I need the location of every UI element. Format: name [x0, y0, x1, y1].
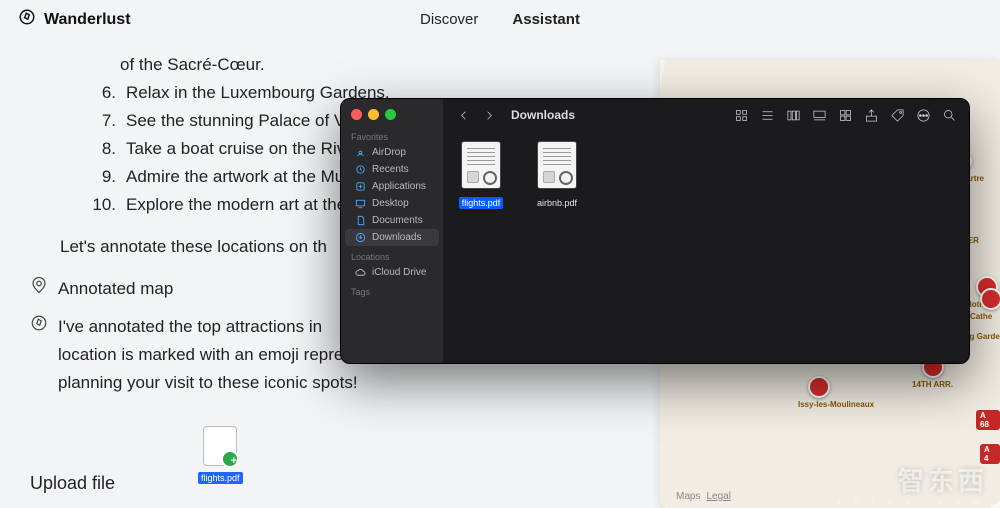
maximize-icon[interactable]	[385, 109, 396, 120]
thumbnail-label: flights.pdf	[198, 472, 243, 484]
pdf-icon	[203, 426, 237, 466]
recents-icon	[355, 164, 366, 175]
tag-button[interactable]	[889, 107, 905, 123]
dragged-file-thumbnail[interactable]: flights.pdf	[198, 426, 242, 486]
file-label: airbnb.pdf	[534, 197, 580, 209]
map-pin-label: Issy-les-Moulineaux	[798, 400, 874, 409]
icon-view-button[interactable]	[733, 107, 749, 123]
map-pin-label: 14TH ARR.	[912, 380, 953, 389]
column-view-button[interactable]	[785, 107, 801, 123]
applications-icon	[355, 181, 366, 192]
airdrop-icon	[355, 147, 366, 158]
list-view-button[interactable]	[759, 107, 775, 123]
upload-file-label[interactable]: Upload file	[30, 473, 115, 494]
compass-icon	[30, 313, 48, 341]
sidebar-item-recents[interactable]: Recents	[345, 161, 439, 178]
window-traffic-lights[interactable]	[341, 99, 443, 126]
list-fragment-top: of the Sacré-Cœur.	[120, 51, 610, 79]
map-attribution: Maps Legal	[670, 491, 731, 502]
file-label: flights.pdf	[459, 197, 504, 209]
top-bar: Wanderlust Discover Assistant	[0, 0, 1000, 39]
road-shield: A 68	[976, 410, 1000, 430]
list-item: Explore the modern art at the C	[126, 191, 363, 219]
pdf-icon	[461, 141, 501, 189]
sidebar-item-downloads[interactable]: Downloads	[345, 229, 439, 246]
search-button[interactable]	[941, 107, 957, 123]
sidebar-item-desktop[interactable]: Desktop	[345, 195, 439, 212]
list-item: Admire the artwork at the Mus	[126, 163, 353, 191]
downloads-icon	[355, 232, 366, 243]
watermark-sub: z h i d x . c o m	[837, 499, 986, 506]
favorites-label: Favorites	[341, 126, 443, 144]
group-button[interactable]	[837, 107, 853, 123]
sidebar-item-airdrop[interactable]: AirDrop	[345, 144, 439, 161]
compass-icon	[18, 8, 36, 31]
sidebar-item-documents[interactable]: Documents	[345, 212, 439, 229]
forward-button[interactable]	[481, 107, 497, 123]
finder-sidebar: Favorites AirDropRecentsApplicationsDesk…	[341, 99, 443, 363]
share-button[interactable]	[863, 107, 879, 123]
action-button[interactable]	[915, 107, 931, 123]
minimize-icon[interactable]	[368, 109, 379, 120]
list-item: See the stunning Palace of Ver	[126, 107, 359, 135]
map-pin[interactable]	[808, 376, 830, 398]
map-pin-label: Cathe	[970, 312, 992, 321]
file-grid[interactable]: flights.pdf airbnb.pdf	[443, 131, 969, 363]
nav-assistant[interactable]: Assistant	[512, 11, 580, 28]
finder-main: Downloads flights.pdf airbnb.pdf	[443, 99, 969, 363]
file-item[interactable]: airbnb.pdf	[533, 141, 581, 211]
close-icon[interactable]	[351, 109, 362, 120]
back-button[interactable]	[455, 107, 471, 123]
finder-title: Downloads	[511, 108, 575, 122]
brand-name: Wanderlust	[44, 11, 131, 29]
tags-label: Tags	[341, 281, 443, 299]
map-pin[interactable]	[980, 288, 1000, 310]
nav-discover[interactable]: Discover	[420, 11, 478, 28]
locations-label: Locations	[341, 246, 443, 264]
documents-icon	[355, 215, 366, 226]
sidebar-item-icloud-drive[interactable]: iCloud Drive	[345, 264, 439, 281]
gallery-view-button[interactable]	[811, 107, 827, 123]
file-item[interactable]: flights.pdf	[457, 141, 505, 211]
finder-toolbar: Downloads	[443, 99, 969, 131]
finder-window[interactable]: Favorites AirDropRecentsApplicationsDesk…	[340, 98, 970, 364]
pdf-icon	[537, 141, 577, 189]
sidebar-item-applications[interactable]: Applications	[345, 178, 439, 195]
top-nav: Discover Assistant	[420, 11, 580, 28]
desktop-icon	[355, 198, 366, 209]
watermark: 智东西	[898, 461, 988, 498]
annotated-map-label: Annotated map	[58, 275, 173, 303]
pin-icon	[30, 275, 48, 303]
cloud-icon	[355, 267, 366, 278]
list-item: Take a boat cruise on the River	[126, 135, 360, 163]
